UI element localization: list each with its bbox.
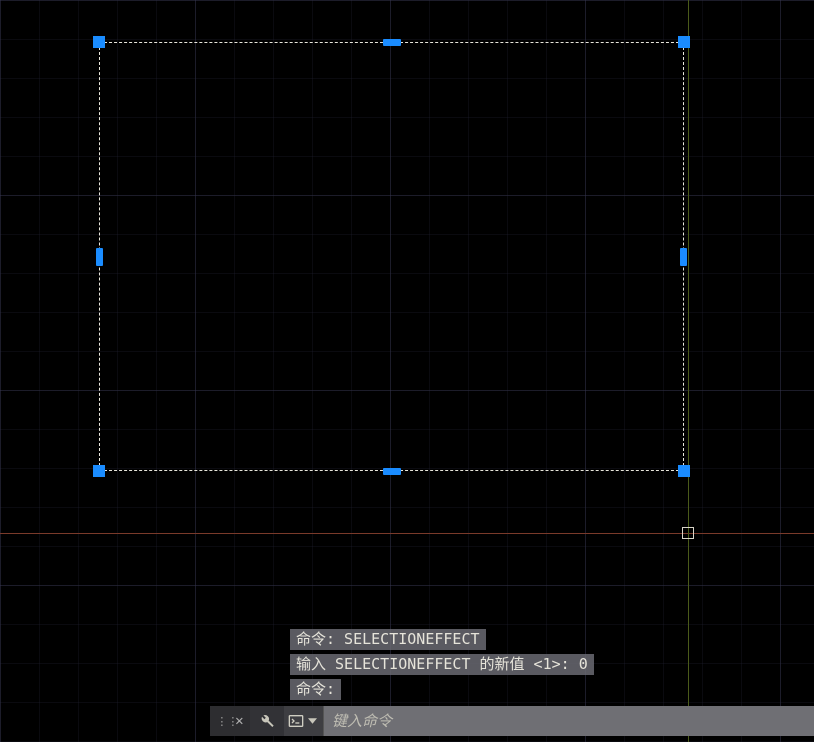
command-input-area[interactable] <box>324 706 814 736</box>
drawing-canvas[interactable]: 命令: SELECTIONEFFECT 输入 SELECTIONEFFECT 的… <box>0 0 814 742</box>
wrench-icon <box>259 713 275 729</box>
selected-rectangle[interactable] <box>99 42 684 471</box>
command-line-bar: ⋮⋮ ✕ <box>210 706 814 736</box>
grip-mid-right[interactable] <box>680 248 687 266</box>
close-icon[interactable]: ✕ <box>235 713 243 729</box>
customize-button[interactable] <box>250 706 284 736</box>
history-line: 命令: <box>290 679 341 700</box>
crosshair-pickbox <box>682 527 694 539</box>
grip-mid-top[interactable] <box>383 39 401 46</box>
grip-bottom-left[interactable] <box>93 465 105 477</box>
history-line: 输入 SELECTIONEFFECT 的新值 <1>: 0 <box>290 654 594 675</box>
grip-bottom-right[interactable] <box>678 465 690 477</box>
history-line: 命令: SELECTIONEFFECT <box>290 629 486 650</box>
grip-top-right[interactable] <box>678 36 690 48</box>
dropdown-icon[interactable] <box>308 718 317 724</box>
command-history: 命令: SELECTIONEFFECT 输入 SELECTIONEFFECT 的… <box>290 629 594 700</box>
grip-mid-left[interactable] <box>96 248 103 266</box>
grip-top-left[interactable] <box>93 36 105 48</box>
command-bar-handle[interactable]: ⋮⋮ ✕ <box>210 706 250 736</box>
prompt-icon <box>288 713 304 729</box>
axis-y <box>688 0 689 742</box>
drag-handle-icon: ⋮⋮ <box>216 716 222 727</box>
grip-mid-bottom[interactable] <box>383 468 401 475</box>
command-input[interactable] <box>332 712 814 730</box>
command-prompt <box>284 706 324 736</box>
